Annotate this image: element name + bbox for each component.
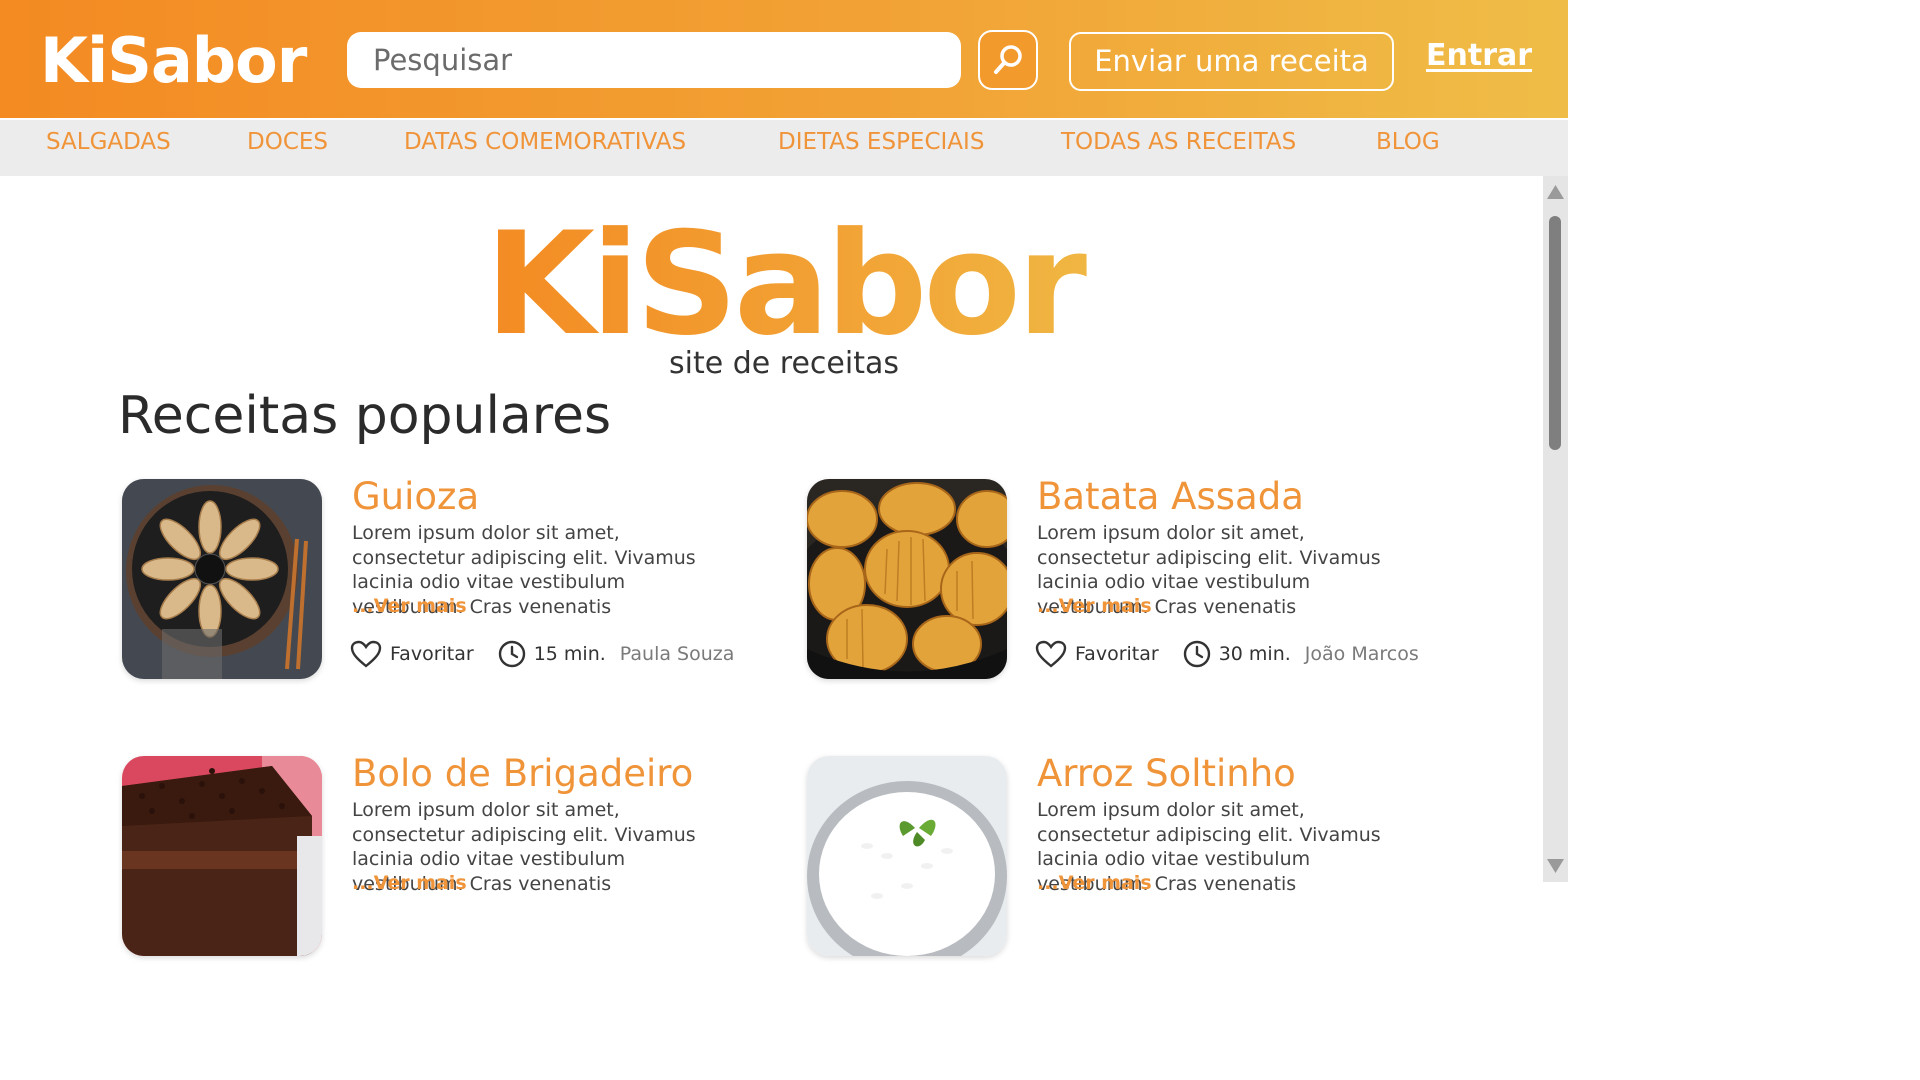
search-button[interactable] [978,30,1038,90]
recipe-title[interactable]: Arroz Soltinho [1037,752,1296,795]
vertical-scrollbar[interactable] [1543,176,1568,882]
login-link[interactable]: Entrar [1426,38,1532,73]
recipe-meta: Favoritar 30 min. João Marcos [1035,639,1419,669]
see-more-link[interactable]: ...Ver mais [352,872,467,894]
nav-item-datas-comemorativas[interactable]: DATAS COMEMORATIVAS [404,129,686,155]
recipe-card: Bolo de Brigadeiro Lorem ipsum dolor sit… [122,752,762,966]
recipe-author[interactable]: Paula Souza [620,643,735,665]
submit-recipe-button[interactable]: Enviar uma receita [1069,32,1394,91]
recipe-image-bolo-de-brigadeiro[interactable] [122,756,322,956]
hero-logo: KiSabor [0,205,1568,365]
see-more-link[interactable]: ...Ver mais [1037,872,1152,894]
scroll-up-arrow-icon[interactable] [1546,184,1565,200]
section-title: Receitas populares [118,386,612,446]
prep-time: 30 min. [1183,640,1291,668]
time-label: 30 min. [1218,643,1291,665]
favorite-button[interactable]: Favoritar [350,640,474,668]
time-label: 15 min. [533,643,606,665]
nav-item-salgadas[interactable]: SALGADAS [46,129,171,155]
top-header: KiSabor Enviar uma receita Entrar [0,0,1568,118]
scrollbar-thumb[interactable] [1549,216,1561,450]
recipe-card: Batata Assada Lorem ipsum dolor sit amet… [807,475,1447,689]
scroll-down-arrow-icon[interactable] [1546,858,1565,874]
search-icon [994,45,1022,74]
see-more-link[interactable]: ...Ver mais [352,595,467,617]
see-more-link[interactable]: ...Ver mais [1037,595,1152,617]
recipe-title[interactable]: Bolo de Brigadeiro [352,752,693,795]
recipe-title[interactable]: Guioza [352,475,479,518]
recipe-author[interactable]: João Marcos [1305,643,1419,665]
category-nav: SALGADAS DOCES DATAS COMEMORATIVAS DIETA… [0,118,1568,176]
recipe-image-arroz-soltinho[interactable] [807,756,1007,956]
clock-icon [1183,640,1210,668]
nav-item-doces[interactable]: DOCES [247,129,328,155]
nav-item-blog[interactable]: BLOG [1376,129,1440,155]
search-input[interactable] [347,32,961,88]
recipe-meta: Favoritar 15 min. Paula Souza [350,639,734,669]
nav-item-todas-as-receitas[interactable]: TODAS AS RECEITAS [1061,129,1296,155]
clock-icon [498,640,525,668]
recipe-image-guioza[interactable] [122,479,322,679]
site-logo[interactable]: KiSabor [40,24,307,98]
recipe-card: Arroz Soltinho Lorem ipsum dolor sit ame… [807,752,1447,966]
heart-icon [350,640,382,668]
prep-time: 15 min. [498,640,606,668]
hero-subtitle: site de receitas [669,346,899,381]
favorite-label: Favoritar [390,643,474,665]
favorite-button[interactable]: Favoritar [1035,640,1159,668]
recipe-title[interactable]: Batata Assada [1037,475,1304,518]
recipe-image-batata-assada[interactable] [807,479,1007,679]
favorite-label: Favoritar [1075,643,1159,665]
nav-item-dietas-especiais[interactable]: DIETAS ESPECIAIS [778,129,984,155]
recipe-card: Guioza Lorem ipsum dolor sit amet, conse… [122,475,762,689]
heart-icon [1035,640,1067,668]
